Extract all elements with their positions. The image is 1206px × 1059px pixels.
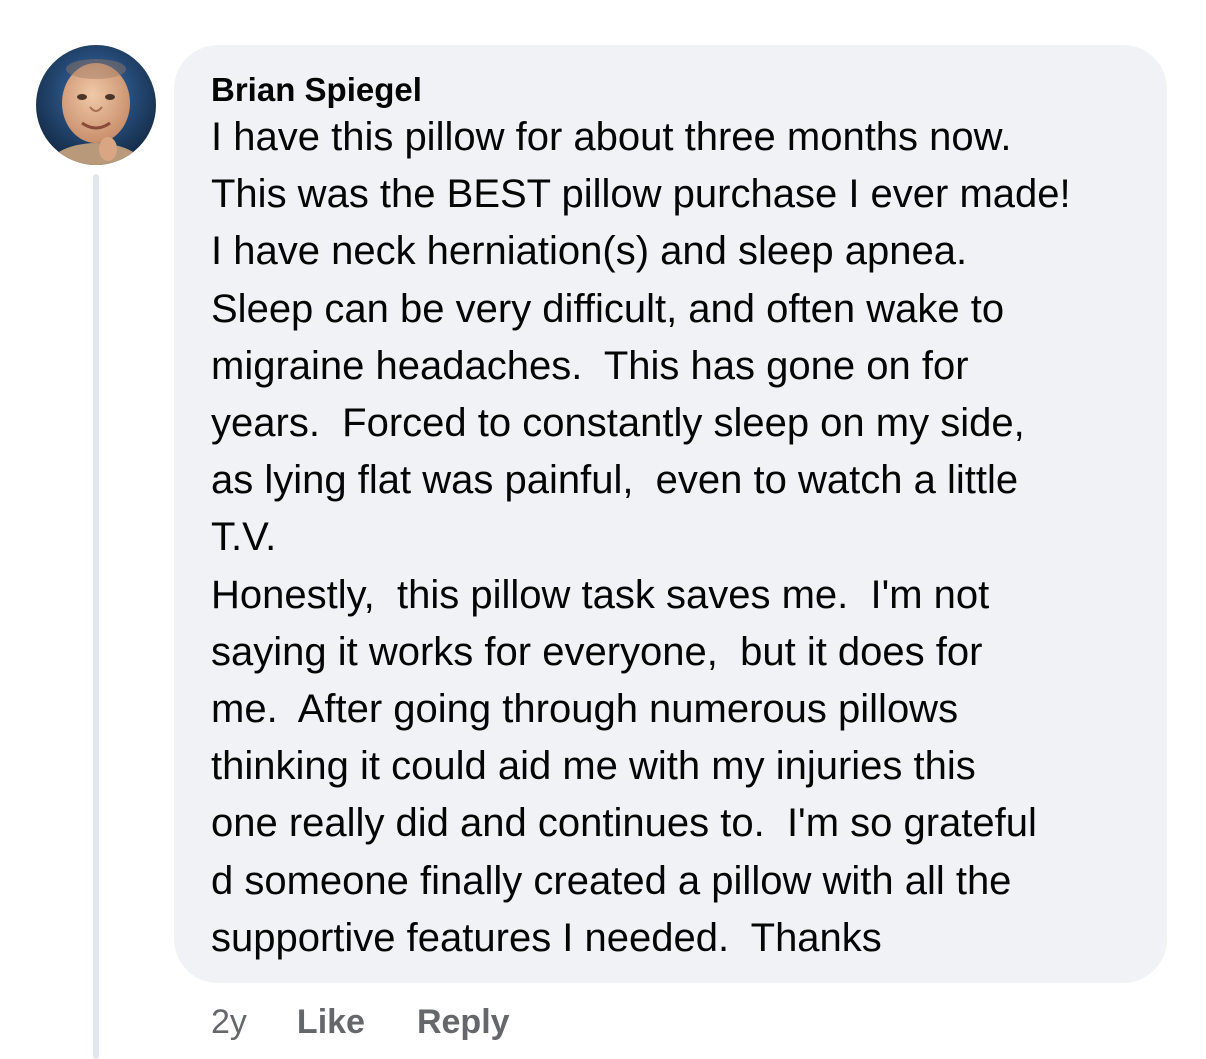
comment-line: as lying flat was painful, even to watch…	[211, 458, 1019, 503]
like-button[interactable]: Like	[297, 1003, 365, 1042]
comment-actions: 2y Like Reply	[211, 1000, 562, 1044]
comment-author-name[interactable]: Brian Spiegel	[211, 71, 1143, 109]
comment-timestamp[interactable]: 2y	[211, 1003, 247, 1042]
comment-line: me. After going through numerous pillows	[211, 687, 959, 732]
thread-line	[93, 174, 99, 1059]
comment-line: T.V.	[211, 515, 277, 560]
comment-line: Honestly, this pillow task saves me. I'm…	[211, 572, 990, 617]
comment-line: migraine headaches. This has gone on for	[211, 343, 969, 388]
avatar-photo	[36, 45, 156, 165]
comment-line: This was the BEST pillow purchase I ever…	[211, 172, 1071, 217]
comment-line: d someone finally created a pillow with …	[211, 858, 1012, 903]
comment-line: I have this pillow for about three month…	[211, 115, 1012, 159]
comment-line: thinking it could aid me with my injurie…	[211, 744, 976, 789]
reply-button[interactable]: Reply	[417, 1003, 510, 1042]
comment-bubble: Brian Spiegel I have this pillow for abo…	[174, 45, 1167, 983]
avatar[interactable]	[36, 45, 156, 165]
comment-line: one really did and continues to. I'm so …	[211, 801, 1037, 846]
comment-line: saying it works for everyone, but it doe…	[211, 629, 983, 674]
comment-line: Sleep can be very difficult, and often w…	[211, 286, 1005, 331]
comment-body: I have this pillow for about three month…	[211, 109, 1143, 967]
comment-line: years. Forced to constantly sleep on my …	[211, 401, 1025, 446]
comment-line: supportive features I needed. Thanks	[211, 915, 882, 960]
comment-line: I have neck herniation(s) and sleep apne…	[211, 229, 968, 274]
